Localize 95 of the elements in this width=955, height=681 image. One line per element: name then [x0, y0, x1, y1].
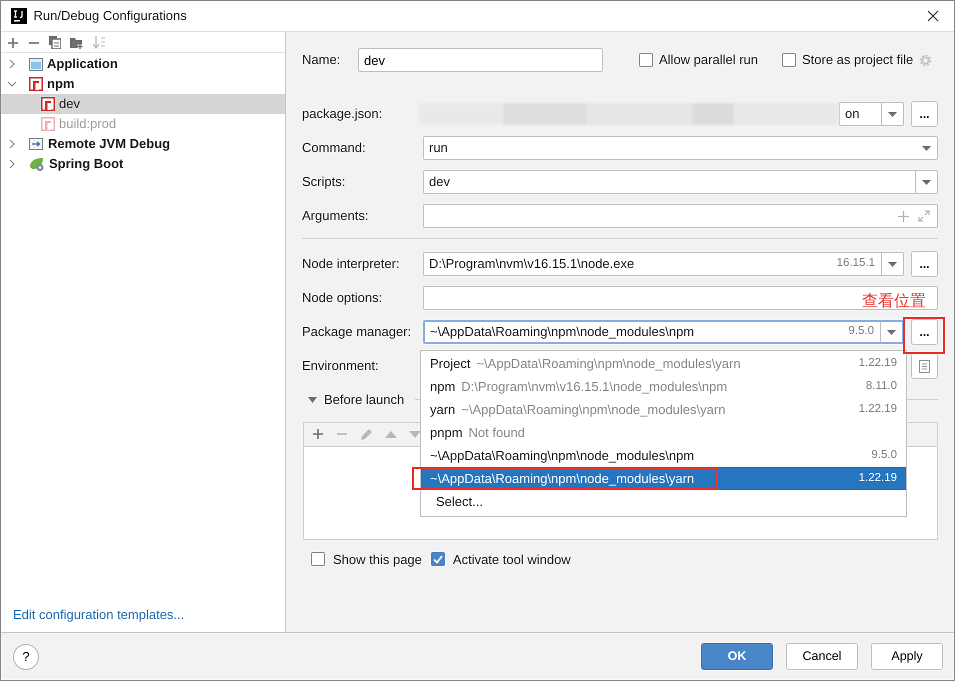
- field-label: Scripts:: [302, 173, 346, 192]
- dropdown-arrow-icon[interactable]: [887, 330, 896, 334]
- option-path: ~\AppData\Roaming\npm\node_modules\npm: [430, 446, 694, 465]
- field-label: Name:: [302, 51, 342, 70]
- name-field[interactable]: dev: [358, 48, 603, 72]
- version-label: 1.22.19: [858, 356, 898, 371]
- annotation-text: 查看位置: [862, 292, 926, 312]
- window-title: Run/Debug Configurations: [34, 7, 187, 26]
- highlight-frame: [903, 317, 945, 354]
- combo-box[interactable]: dev: [423, 170, 938, 194]
- option-name: yarn: [430, 400, 456, 419]
- field-label: Package manager:: [302, 323, 412, 342]
- arguments-field[interactable]: [423, 204, 938, 228]
- dropdown-item[interactable]: yarn ~\AppData\Roaming\npm\node_modules\yarn 1.22.19: [421, 398, 906, 421]
- option-name: Project: [430, 354, 470, 373]
- checkbox-label[interactable]: Allow parallel run: [659, 50, 758, 70]
- version-label: 9.5.0: [871, 448, 898, 463]
- checkbox[interactable]: [639, 53, 653, 67]
- option-path: ~\AppData\Roaming\npm\node_modules\yarn: [430, 470, 694, 488]
- field-label: package.json:: [302, 105, 384, 124]
- dropdown-arrow-icon[interactable]: [888, 262, 897, 266]
- browse-button[interactable]: ...: [911, 251, 938, 277]
- checkbox-label[interactable]: Activate tool window: [452, 550, 571, 569]
- field-value: D:\Program\nvm\v16.15.1\node.exe: [429, 255, 634, 274]
- expand-icon[interactable]: [918, 210, 930, 222]
- version-label: 1.22.19: [858, 402, 898, 417]
- field-label: Command:: [302, 139, 367, 158]
- folder-add-icon[interactable]: [70, 36, 84, 48]
- field-value: ~\AppData\Roaming\npm\node_modules\npm: [430, 323, 694, 342]
- dropdown-item[interactable]: pnpm Not found: [421, 421, 906, 444]
- field-label: Environment:: [302, 357, 380, 376]
- dropdown-item[interactable]: Project ~\AppData\Roaming\npm\node_modules\yarn 1.22.19: [421, 352, 906, 375]
- copy-icon[interactable]: [49, 36, 61, 49]
- field-value: dev: [429, 173, 450, 192]
- tree-item-label[interactable]: dev: [59, 94, 80, 114]
- checkbox[interactable]: [430, 552, 445, 566]
- option-label: Select...: [436, 492, 483, 511]
- spring-leaf-icon: [29, 157, 45, 171]
- tree-item-label[interactable]: Application: [47, 54, 118, 74]
- version-label: 8.11.0: [866, 378, 898, 394]
- field-value: run: [429, 139, 448, 158]
- help-button[interactable]: ?: [13, 644, 39, 670]
- document-icon: [919, 360, 930, 372]
- expand-chevron-icon[interactable]: [7, 59, 17, 69]
- dropdown-arrow-icon[interactable]: [888, 112, 897, 116]
- tree-item-label[interactable]: Spring Boot: [49, 154, 124, 174]
- option-path: ~\AppData\Roaming\npm\node_modules\yarn: [461, 400, 726, 419]
- edit-environment-button[interactable]: [911, 353, 938, 379]
- option-name: npm: [430, 378, 456, 396]
- npm-icon: [29, 77, 43, 91]
- templates-link[interactable]: Edit configuration templates...: [13, 606, 184, 622]
- version-label: 9.5.0: [848, 324, 875, 340]
- field-value: on: [845, 105, 860, 124]
- option-path: ~\AppData\Roaming\npm\node_modules\yarn: [476, 354, 741, 373]
- expand-chevron-icon[interactable]: [7, 159, 17, 169]
- section-title[interactable]: Before launch: [324, 390, 404, 410]
- checkbox-label[interactable]: Show this page: [333, 550, 422, 569]
- dropdown-arrow-icon[interactable]: [922, 146, 930, 150]
- option-path: D:\Program\nvm\v16.15.1\node_modules\npm: [461, 378, 728, 396]
- option-name: pnpm: [430, 424, 463, 442]
- window-icon: [29, 58, 43, 70]
- dialog-button[interactable]: Cancel: [786, 643, 858, 670]
- browse-button[interactable]: ...: [911, 101, 938, 127]
- field-label: Arguments:: [302, 207, 370, 226]
- tree-item-label[interactable]: Remote JVM Debug: [48, 134, 170, 154]
- dropdown-item[interactable]: ~\AppData\Roaming\npm\node_modules\npm 9.5.0: [421, 444, 906, 467]
- add-icon[interactable]: [312, 428, 324, 440]
- option-path: Not found: [468, 424, 525, 442]
- tree-item-label[interactable]: npm: [47, 74, 74, 94]
- checkbox[interactable]: [782, 53, 796, 67]
- version-label: 1.22.19: [858, 470, 898, 486]
- dialog-button[interactable]: Apply: [871, 643, 943, 670]
- dropdown[interactable]: run: [423, 136, 938, 160]
- text-field[interactable]: [423, 286, 938, 310]
- close-icon[interactable]: [927, 10, 939, 22]
- field-label: Node options:: [302, 289, 384, 308]
- app-logo-icon: [11, 8, 27, 24]
- add-icon[interactable]: [7, 36, 19, 48]
- collapse-chevron-icon[interactable]: [7, 79, 17, 89]
- checkbox-label[interactable]: Store as project file: [802, 50, 914, 70]
- version-label: 16.15.1: [836, 256, 876, 272]
- checkbox[interactable]: [311, 552, 325, 566]
- selected-row[interactable]: dev: [1, 94, 285, 114]
- collapse-triangle-icon[interactable]: [308, 396, 317, 403]
- dropdown-item[interactable]: Select...: [421, 490, 906, 513]
- expand-chevron-icon[interactable]: [7, 139, 17, 149]
- browse-button[interactable]: ...: [911, 319, 938, 345]
- dropdown-item[interactable]: npm D:\Program\nvm\v16.15.1\node_modules\npm 8.11.0: [421, 375, 906, 398]
- remote-debug-icon: [29, 137, 44, 151]
- dropdown[interactable]: D:\Program\nvm\v16.15.1\node.exe 16.15.1: [423, 252, 904, 276]
- dropdown[interactable]: ~\AppData\Roaming\npm\node_modules\npm 9.5.0: [423, 320, 904, 344]
- package-json-field[interactable]: on: [839, 102, 904, 126]
- dialog-button[interactable]: OK: [701, 643, 773, 670]
- dropdown-arrow-icon[interactable]: [922, 180, 931, 184]
- field-label: Node interpreter:: [302, 255, 401, 274]
